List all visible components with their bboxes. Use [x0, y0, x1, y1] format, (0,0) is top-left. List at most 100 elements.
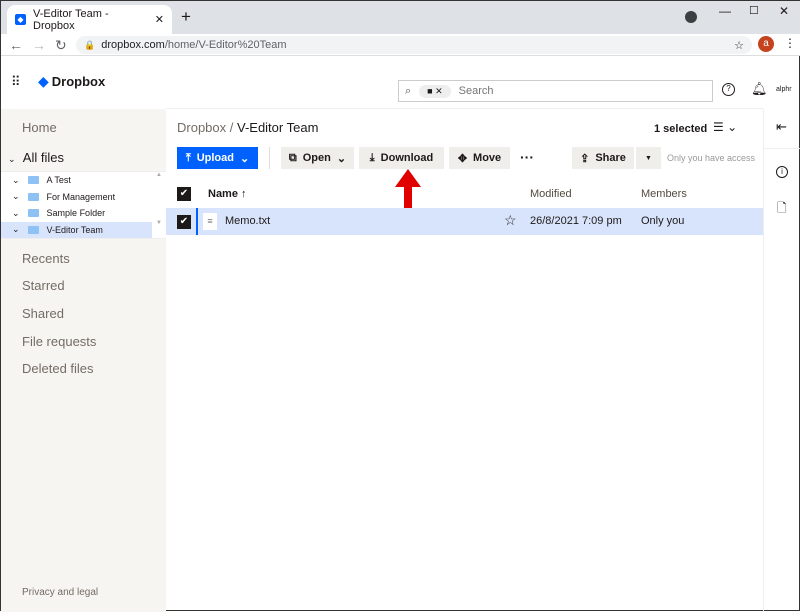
chevron-down-icon: ⌄	[239, 152, 250, 165]
move-icon: ✥	[457, 152, 468, 165]
privacy-legal-link[interactable]: Privacy and legal	[22, 587, 98, 598]
column-header-modified[interactable]: Modified	[530, 188, 572, 200]
url-domain: dropbox.com	[101, 39, 165, 51]
open-external-icon: ⧉	[288, 151, 297, 164]
dropbox-logo-icon: ◆	[38, 73, 49, 89]
new-tab-button[interactable]: +	[181, 7, 191, 27]
close-window-icon[interactable]: ✕	[779, 4, 789, 18]
upload-button[interactable]: ⤒ Upload ⌄	[177, 147, 258, 169]
breadcrumb: Dropbox / V-Editor Team	[177, 120, 319, 135]
move-button[interactable]: ✥ Move	[449, 147, 510, 169]
access-note: Only you have access	[667, 153, 756, 163]
browser-menu-icon[interactable]: ⋮	[784, 36, 796, 50]
column-header-name[interactable]: Name ↑	[208, 188, 247, 200]
browser-tab[interactable]: ◆ V-Editor Team - Dropbox ✕	[7, 5, 172, 34]
minimize-icon[interactable]: —	[719, 4, 731, 18]
shared-folder-icon	[27, 192, 39, 201]
selection-count: 1 selected	[654, 123, 708, 135]
column-header-members[interactable]: Members	[641, 188, 687, 200]
tree-item[interactable]: ⌄ V-Editor Team	[1, 221, 152, 238]
tree-item[interactable]: ⌄ A Test	[1, 172, 152, 189]
profile-menu-icon[interactable]	[685, 11, 697, 23]
share-dropdown-button[interactable]: ▼	[636, 147, 661, 169]
all-files-label: All files	[22, 150, 64, 165]
download-icon: ⤓	[369, 151, 375, 164]
notifications-bell-icon[interactable]: 🔔︎	[751, 81, 768, 97]
share-icon: ⇪	[580, 152, 590, 165]
profile-avatar[interactable]: a	[758, 36, 774, 52]
chevron-down-icon: ⌄	[12, 191, 20, 202]
shared-folder-icon	[27, 209, 39, 218]
close-tab-icon[interactable]: ✕	[155, 13, 164, 26]
help-icon[interactable]: ?	[722, 83, 735, 96]
dropbox-logo[interactable]: ◆ Dropbox	[38, 73, 105, 90]
dropbox-favicon-icon: ◆	[15, 14, 26, 25]
open-button[interactable]: ⧉ Open ⌄	[281, 147, 354, 169]
select-all-checkbox[interactable]: ✔	[177, 187, 191, 201]
open-label: Open	[302, 152, 331, 164]
sidebar-home[interactable]: Home	[22, 120, 57, 135]
sidebar-all-files[interactable]: ⌄ All files	[8, 150, 64, 165]
sidebar-deleted-files[interactable]: Deleted files	[22, 361, 94, 376]
upload-label: Upload	[196, 152, 234, 164]
table-row[interactable]: ✔ ≡ Memo.txt ☆ 26/8/2021 7:09 pm Only yo…	[166, 208, 763, 235]
name-header-label: Name	[208, 188, 238, 200]
app-grid-icon[interactable]: ⠿	[11, 74, 20, 90]
tree-item-label: Sample Folder	[46, 208, 106, 219]
lock-icon: 🔒	[84, 39, 96, 50]
search-bar[interactable]: ⌕ ■ ✕	[398, 80, 713, 102]
view-toggle[interactable]: ☰ ⌄	[713, 120, 737, 134]
share-label: Share	[595, 152, 626, 164]
tree-item[interactable]: ⌄ Sample Folder	[1, 205, 152, 222]
bookmark-star-icon[interactable]: ☆	[734, 39, 744, 52]
download-button[interactable]: ⤓ Download	[359, 147, 444, 169]
forward-icon[interactable]: →	[32, 34, 46, 56]
folder-scope-chip[interactable]: ■ ✕	[419, 84, 451, 98]
sidebar-shared[interactable]: Shared	[22, 306, 64, 321]
header-divider	[166, 108, 763, 109]
chevron-down-icon: ⌄	[8, 154, 16, 164]
right-rail: ⇤ i 🗋︎	[763, 109, 800, 612]
info-icon[interactable]: i	[776, 166, 788, 178]
chevron-down-icon: ⌄	[336, 152, 347, 165]
text-file-icon: ≡	[203, 213, 217, 230]
file-name[interactable]: Memo.txt	[225, 215, 270, 227]
tree-scrollbar[interactable]: ▲ ▼	[153, 172, 165, 238]
account-avatar[interactable]: alphr	[776, 86, 792, 93]
collapse-panel-icon[interactable]: ⇤	[776, 119, 787, 135]
breadcrumb-root[interactable]: Dropbox	[177, 120, 226, 135]
maximize-icon[interactable]: ☐	[749, 4, 759, 17]
url-path: /home/V-Editor%20Team	[164, 39, 287, 51]
tree-item[interactable]: ⌄ For Management	[1, 189, 152, 206]
sidebar-file-requests[interactable]: File requests	[22, 334, 96, 349]
rail-divider	[764, 148, 800, 149]
url-field[interactable]: 🔒 dropbox.com/home/V-Editor%20Team ☆	[76, 36, 752, 54]
file-members: Only you	[641, 215, 685, 227]
sidebar: Home ⌄ All files ⌄ A Test ⌄ For Management…	[1, 109, 166, 612]
logo-text: Dropbox	[51, 74, 106, 89]
search-input[interactable]	[458, 85, 712, 97]
tree-item-label: V-Editor Team	[46, 224, 103, 235]
address-bar-row: ← → ↻ 🔒 dropbox.com/home/V-Editor%20Team…	[1, 34, 800, 56]
share-button[interactable]: ⇪ Share	[572, 147, 634, 169]
tree-item-label: For Management	[46, 191, 116, 202]
row-focus-bar	[196, 208, 198, 235]
tree-item-label: A Test	[46, 175, 71, 186]
move-label: Move	[473, 152, 502, 164]
star-icon[interactable]: ☆	[504, 212, 517, 229]
more-actions-icon[interactable]: ···	[520, 149, 534, 165]
search-icon: ⌕	[405, 84, 412, 97]
browser-tab-bar: ◆ V-Editor Team - Dropbox ✕ + — ☐ ✕	[1, 1, 800, 34]
back-icon[interactable]: ←	[9, 34, 23, 56]
sidebar-starred[interactable]: Starred	[22, 278, 65, 293]
file-activity-icon[interactable]: 🗋︎	[777, 199, 787, 220]
sidebar-recents[interactable]: Recents	[22, 251, 70, 266]
download-label: Download	[380, 152, 434, 164]
folder-icon	[27, 225, 39, 234]
sort-ascending-icon: ↑	[241, 188, 247, 200]
tab-title: V-Editor Team - Dropbox	[33, 7, 109, 32]
reload-icon[interactable]: ↻	[55, 34, 67, 56]
breadcrumb-current: V-Editor Team	[236, 120, 319, 135]
chevron-down-icon: ⌄	[12, 224, 20, 235]
row-checkbox[interactable]: ✔	[177, 215, 191, 229]
